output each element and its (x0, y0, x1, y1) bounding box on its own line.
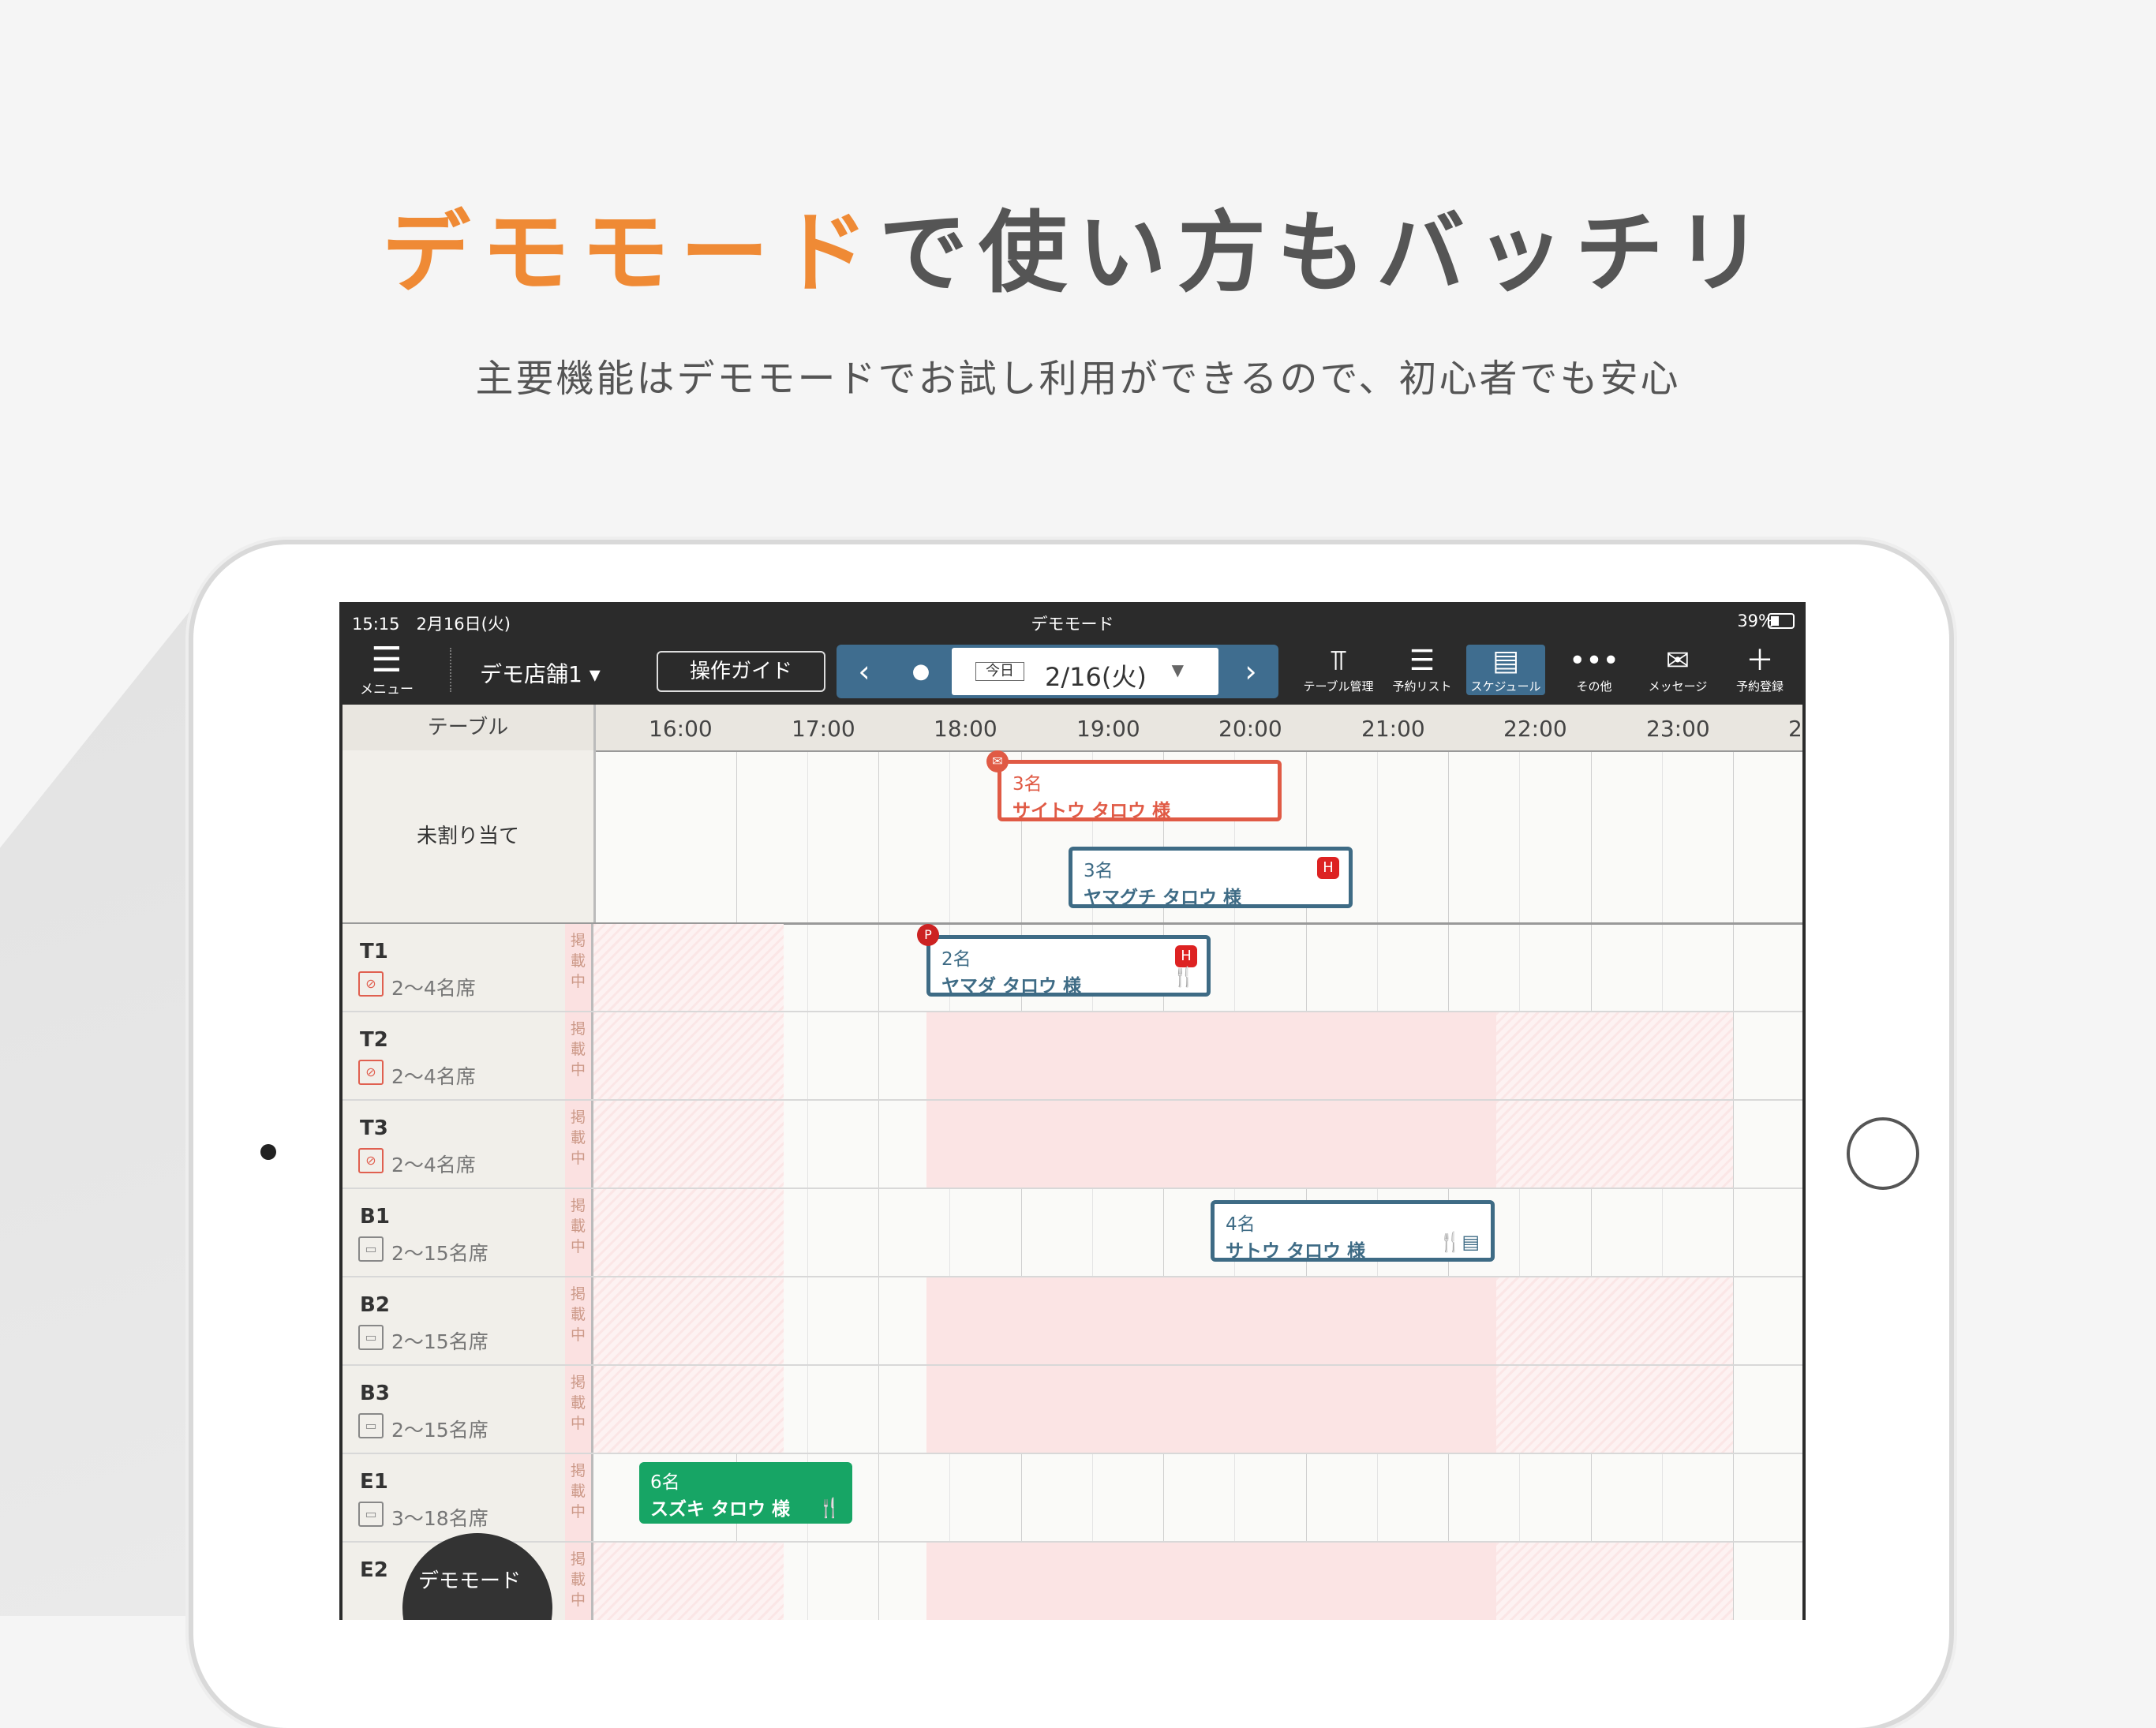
unassigned-row: 未割り当て 3名 サイトウ タロウ 様 ✉ 3名 ヤマグチ タロウ 様 H (342, 750, 1802, 925)
table-row: B3 ▭ 2〜15名席 掲載中 (342, 1366, 1802, 1454)
table-name-cell[interactable]: T2 ⊘ 2〜4名席 (342, 1012, 565, 1099)
no-smoking-icon: ⊘ (358, 1060, 384, 1085)
table-row: T2 ⊘ 2〜4名席 掲載中 (342, 1012, 1802, 1101)
listing-tag: 掲載中 (565, 1101, 593, 1188)
listing-tag: 掲載中 (565, 924, 593, 1011)
table-row: E2 掲載中 (342, 1543, 1802, 1620)
schedule-grid: テーブル 16:00 17:00 18:00 19:00 20:00 21:00… (342, 705, 1802, 1620)
hour-label: 23:00 (1646, 716, 1710, 742)
today-dot-button[interactable]: ● (893, 645, 949, 698)
date-navigator: ‹ ● 今日 2/16(火) ▼ › (837, 645, 1278, 698)
mail-badge-icon: ✉ (986, 750, 1009, 772)
current-date: 2/16(火) (1045, 662, 1147, 692)
schedule-icon: ▤ (1492, 645, 1519, 677)
listing-tag: 掲載中 (565, 1543, 593, 1620)
tool-schedule[interactable]: ▤ スケジュール (1466, 645, 1545, 695)
hour-label: 2 (1788, 716, 1802, 742)
hour-label: 21:00 (1361, 716, 1425, 742)
listing-tag: 掲載中 (565, 1012, 593, 1099)
table-icon: ⫪ (1330, 645, 1347, 677)
hotpepper-icon: H (1317, 857, 1339, 879)
table-name-cell[interactable]: T3 ⊘ 2〜4名席 (342, 1101, 565, 1188)
listing-tag: 掲載中 (565, 1189, 593, 1276)
camera-dot (260, 1144, 276, 1160)
table-name-cell[interactable]: B3 ▭ 2〜15名席 (342, 1366, 565, 1453)
smoking-icon: ▭ (358, 1502, 384, 1527)
reservation-card[interactable]: 4名 サトウ タロウ 様 🍴▤ (1211, 1200, 1495, 1262)
hour-label: 22:00 (1503, 716, 1567, 742)
table-row: T3 ⊘ 2〜4名席 掲載中 (342, 1101, 1802, 1189)
course-icon: 🍴 (1172, 966, 1196, 988)
menu-button[interactable]: ☰ メニュー (355, 643, 418, 698)
mail-icon: ✉ (1665, 645, 1690, 677)
reservation-card[interactable]: 2名 ヤマダ タロウ 様 H 🍴 (926, 935, 1211, 997)
table-name-cell[interactable]: B2 ▭ 2〜15名席 (342, 1277, 565, 1364)
page-headline: デモモードで使い方もバッチリ (382, 202, 1774, 305)
status-mode: デモモード (1031, 615, 1114, 634)
listing-tag: 掲載中 (565, 1366, 593, 1453)
table-row: B2 ▭ 2〜15名席 掲載中 (342, 1277, 1802, 1366)
home-button[interactable] (1847, 1117, 1919, 1190)
smoking-icon: ▭ (358, 1413, 384, 1438)
hour-label: 18:00 (934, 716, 998, 742)
no-smoking-icon: ⊘ (358, 1148, 384, 1173)
course-icon: 🍴 (818, 1497, 841, 1519)
listing-tag: 掲載中 (565, 1277, 593, 1364)
toolbar: ☰ メニュー デモ店舗1 ▾ 操作ガイド ‹ ● 今日 2/16(火) ▼ › … (339, 637, 1806, 703)
store-selector[interactable]: デモ店舗1 ▾ (480, 657, 601, 689)
reservation-card[interactable]: 6名 スズキ タロウ 様 🍴 (639, 1462, 852, 1524)
listing-tag: 掲載中 (565, 1454, 593, 1541)
next-day-button[interactable]: › (1223, 645, 1278, 698)
guide-button[interactable]: 操作ガイド (657, 651, 825, 692)
hour-label: 20:00 (1218, 716, 1282, 742)
tool-message[interactable]: ✉ メッセージ (1638, 645, 1717, 695)
tool-reservation-list[interactable]: ☰ 予約リスト (1383, 645, 1462, 695)
background-shadow (0, 592, 205, 1616)
reservation-card[interactable]: 3名 サイトウ タロウ 様 (998, 760, 1282, 821)
more-icon: ••• (1569, 645, 1619, 677)
table-column-header: テーブル (342, 705, 596, 750)
date-picker[interactable]: 今日 2/16(火) ▼ (952, 648, 1218, 695)
hour-label: 17:00 (792, 716, 855, 742)
app-screen: 15:15 2月16日(火) デモモード 39% ☰ メニュー デモ店舗1 ▾ … (339, 602, 1806, 1620)
reservation-card[interactable]: 3名 ヤマグチ タロウ 様 H (1069, 847, 1353, 908)
today-tag: 今日 (975, 662, 1024, 681)
plus-icon: ＋ (1745, 645, 1774, 677)
tool-table-manage[interactable]: ⫪ テーブル管理 (1299, 645, 1378, 695)
hamburger-icon: ☰ (371, 640, 402, 680)
table-name-cell[interactable]: E1 ▭ 3〜18名席 (342, 1454, 565, 1541)
tool-more[interactable]: ••• その他 (1555, 645, 1634, 695)
battery-icon (1768, 613, 1795, 629)
status-bar: 15:15 2月16日(火) デモモード 39% (339, 602, 1806, 637)
caret-down-icon: ▼ (1171, 660, 1184, 679)
smoking-icon: ▭ (358, 1236, 384, 1262)
prev-day-button[interactable]: ‹ (837, 645, 892, 698)
course-memo-icon: 🍴▤ (1438, 1231, 1480, 1253)
table-row: B1 ▭ 2〜15名席 掲載中 4名 サトウ タロウ 様 🍴▤ (342, 1189, 1802, 1277)
hour-label: 16:00 (649, 716, 713, 742)
unassigned-label: 未割り当て (342, 750, 596, 922)
tool-add-reservation[interactable]: ＋ 予約登録 (1720, 645, 1799, 695)
hotpepper-icon: H (1175, 945, 1197, 967)
table-row: T1 ⊘ 2〜4名席 掲載中 2名 ヤマダ タロウ 様 H 🍴 P (342, 924, 1802, 1012)
table-name-cell[interactable]: T1 ⊘ 2〜4名席 (342, 924, 565, 1011)
smoking-icon: ▭ (358, 1325, 384, 1350)
list-icon: ☰ (1409, 645, 1435, 677)
table-name-cell[interactable]: B1 ▭ 2〜15名席 (342, 1189, 565, 1276)
timeline-header: テーブル 16:00 17:00 18:00 19:00 20:00 21:00… (342, 705, 1802, 752)
gift-badge-icon: P (917, 924, 939, 946)
page-subheadline: 主要機能はデモモードでお試し利用ができるので、初心者でも安心 (475, 357, 1681, 401)
table-row: E1 ▭ 3〜18名席 掲載中 6名 スズキ タロウ 様 🍴 (342, 1454, 1802, 1543)
hour-label: 19:00 (1076, 716, 1140, 742)
toolbar-separator (450, 648, 451, 692)
no-smoking-icon: ⊘ (358, 971, 384, 997)
